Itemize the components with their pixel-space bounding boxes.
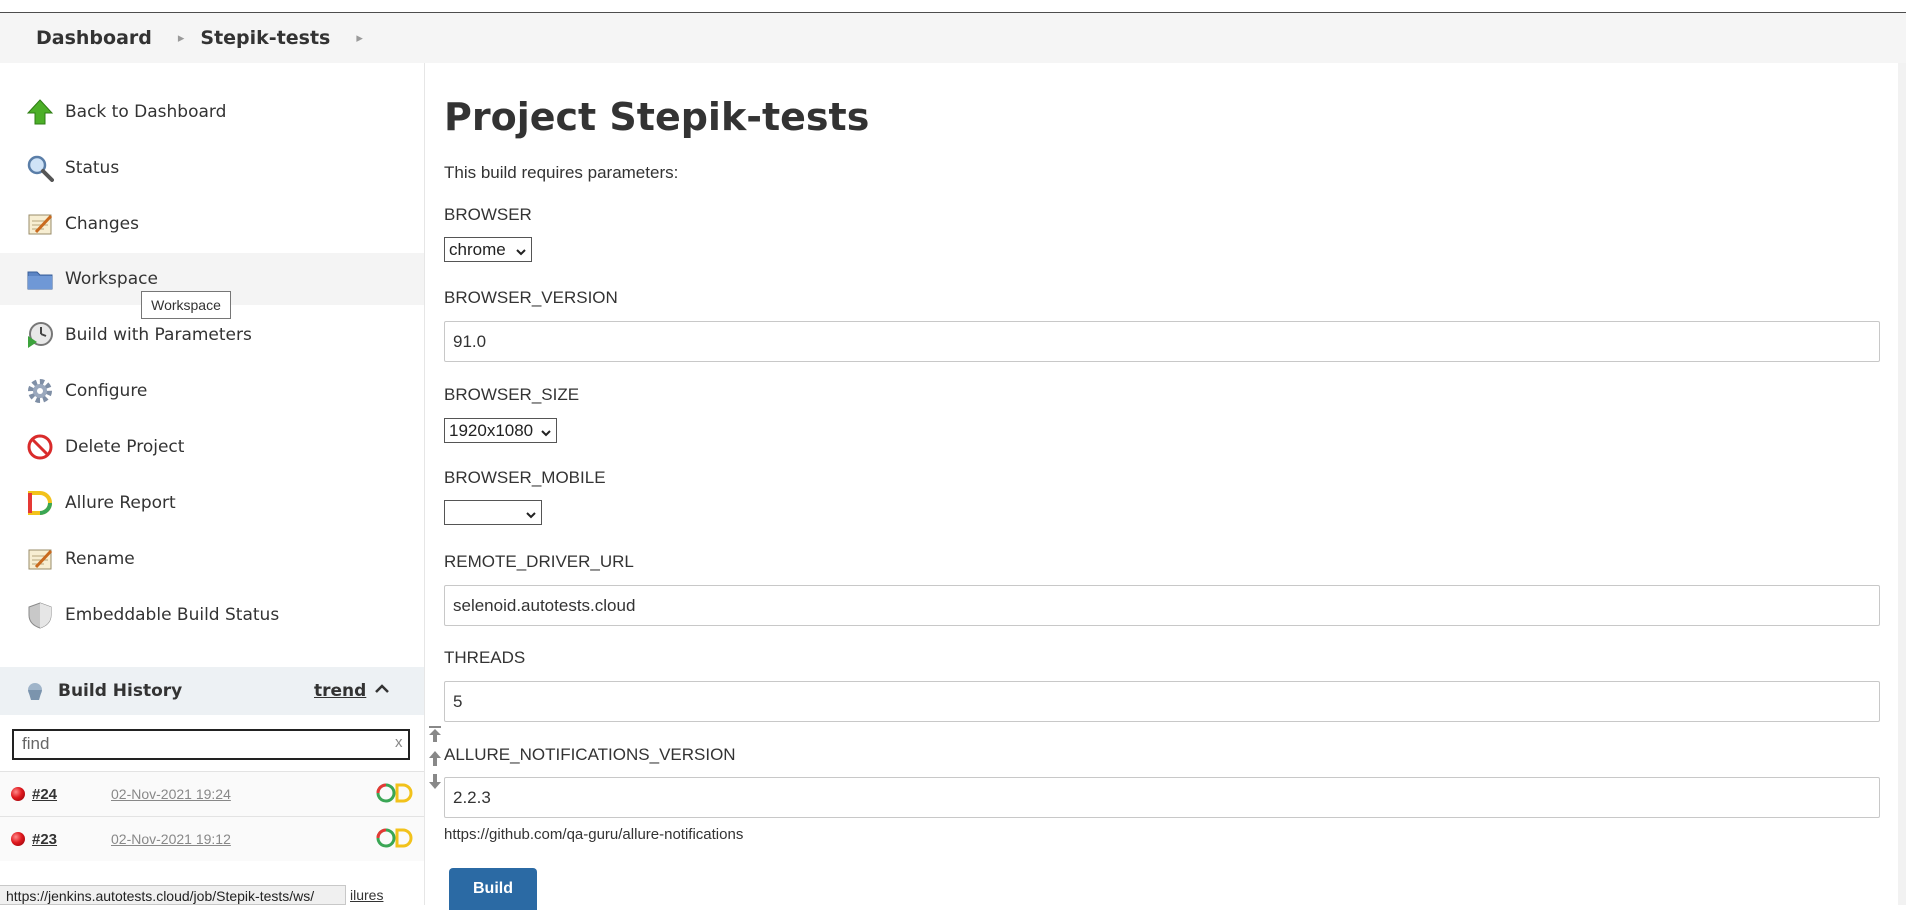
build-history-trend-link[interactable]: trend [314,681,366,701]
notepad-icon [25,544,55,574]
browser-top-edge [0,0,1906,13]
task-configure[interactable]: Configure [0,365,424,417]
build-history-search-input[interactable]: find [12,729,410,760]
build-number-link[interactable]: #24 [32,786,57,803]
build-history-icon [24,680,46,702]
browser-size-select-value: 1920x1080 [449,420,534,440]
task-label: Status [65,158,120,178]
scroll-down-icon[interactable] [428,773,444,797]
breadcrumb-chevron-icon[interactable]: ▸ [178,30,185,46]
breadcrumb-project[interactable]: Stepik-tests [200,27,330,49]
build-button[interactable]: Build [449,868,537,910]
task-label: Delete Project [65,437,185,457]
browser-version-input[interactable]: 91.0 [444,321,1880,362]
remote-driver-url-input[interactable]: selenoid.autotests.cloud [444,585,1880,626]
folder-icon [25,264,55,294]
allure-report-icon[interactable] [375,827,413,852]
task-label: Embeddable Build Status [65,605,280,625]
build-row: #24 02-Nov-2021 19:24 [0,771,424,816]
failed-status-icon[interactable] [11,832,25,846]
task-label: Configure [65,381,148,401]
no-entry-icon [25,432,55,462]
allure-notifications-description: https://github.com/qa-guru/allure-notifi… [444,826,744,843]
task-label: Build with Parameters [65,325,252,345]
build-history-header: Build History trend [0,667,424,715]
partially-hidden-link[interactable]: ilures [350,887,383,903]
param-label-remote-driver-url: REMOTE_DRIVER_URL [444,552,634,571]
shield-icon [25,600,55,630]
task-rename[interactable]: Rename [0,533,424,585]
param-label-allure-notifications-version: ALLURE_NOTIFICATIONS_VERSION [444,745,736,764]
browser-select[interactable]: chrome [444,237,532,262]
failed-status-icon[interactable] [11,787,25,801]
chevron-up-icon[interactable] [374,681,390,700]
param-label-browser-version: BROWSER_VERSION [444,288,618,307]
build-history-title: Build History [58,681,183,701]
up-arrow-icon [25,97,55,127]
scroll-up-icon[interactable] [428,749,444,773]
clear-search-icon[interactable]: x [395,734,403,751]
allure-icon [25,488,55,518]
chevron-down-icon [515,243,527,263]
build-number-link[interactable]: #23 [32,831,57,848]
browser-select-value: chrome [449,239,506,259]
param-label-browser-mobile: BROWSER_MOBILE [444,468,606,487]
task-changes[interactable]: Changes [0,198,424,250]
browser-size-select[interactable]: 1920x1080 [444,418,557,443]
page-title: Project Stepik-tests [444,95,870,139]
allure-notifications-version-input[interactable]: 2.2.3 [444,777,1880,818]
allure-report-icon[interactable] [375,782,413,807]
build-row: #23 02-Nov-2021 19:12 [0,816,424,861]
magnifier-icon [25,153,55,183]
task-embeddable-build-status[interactable]: Embeddable Build Status [0,589,424,641]
task-allure-report[interactable]: Allure Report [0,477,424,529]
breadcrumb: Dashboard ▸ Stepik-tests ▸ [0,13,1906,63]
browser-mobile-select[interactable] [444,500,542,525]
page-scrollbar[interactable] [1898,63,1906,905]
gear-icon [25,376,55,406]
chevron-down-icon [525,506,537,526]
param-label-browser-size: BROWSER_SIZE [444,385,580,404]
clock-play-icon [25,320,55,350]
browser-status-url: https://jenkins.autotests.cloud/job/Step… [0,885,346,905]
notepad-icon [25,209,55,239]
param-label-threads: THREADS [444,648,526,667]
task-delete-project[interactable]: Delete Project [0,421,424,473]
workspace-tooltip: Workspace [141,291,231,319]
task-label: Rename [65,549,135,569]
build-date-link[interactable]: 02-Nov-2021 19:24 [111,786,231,802]
build-date-link[interactable]: 02-Nov-2021 19:12 [111,831,231,847]
task-label: Changes [65,214,139,234]
build-history-scroll-controls [428,725,444,797]
threads-input[interactable]: 5 [444,681,1880,722]
task-label: Workspace [65,269,158,289]
scroll-top-icon[interactable] [428,725,444,749]
param-label-browser: BROWSER [444,205,532,224]
parameters-intro: This build requires parameters: [444,163,679,182]
task-label: Allure Report [65,493,176,513]
task-back-to-dashboard[interactable]: Back to Dashboard [0,86,424,138]
task-status[interactable]: Status [0,142,424,194]
task-label: Back to Dashboard [65,102,227,122]
breadcrumb-dashboard[interactable]: Dashboard [36,27,152,49]
breadcrumb-chevron-icon[interactable]: ▸ [356,30,363,46]
chevron-down-icon [540,424,552,444]
